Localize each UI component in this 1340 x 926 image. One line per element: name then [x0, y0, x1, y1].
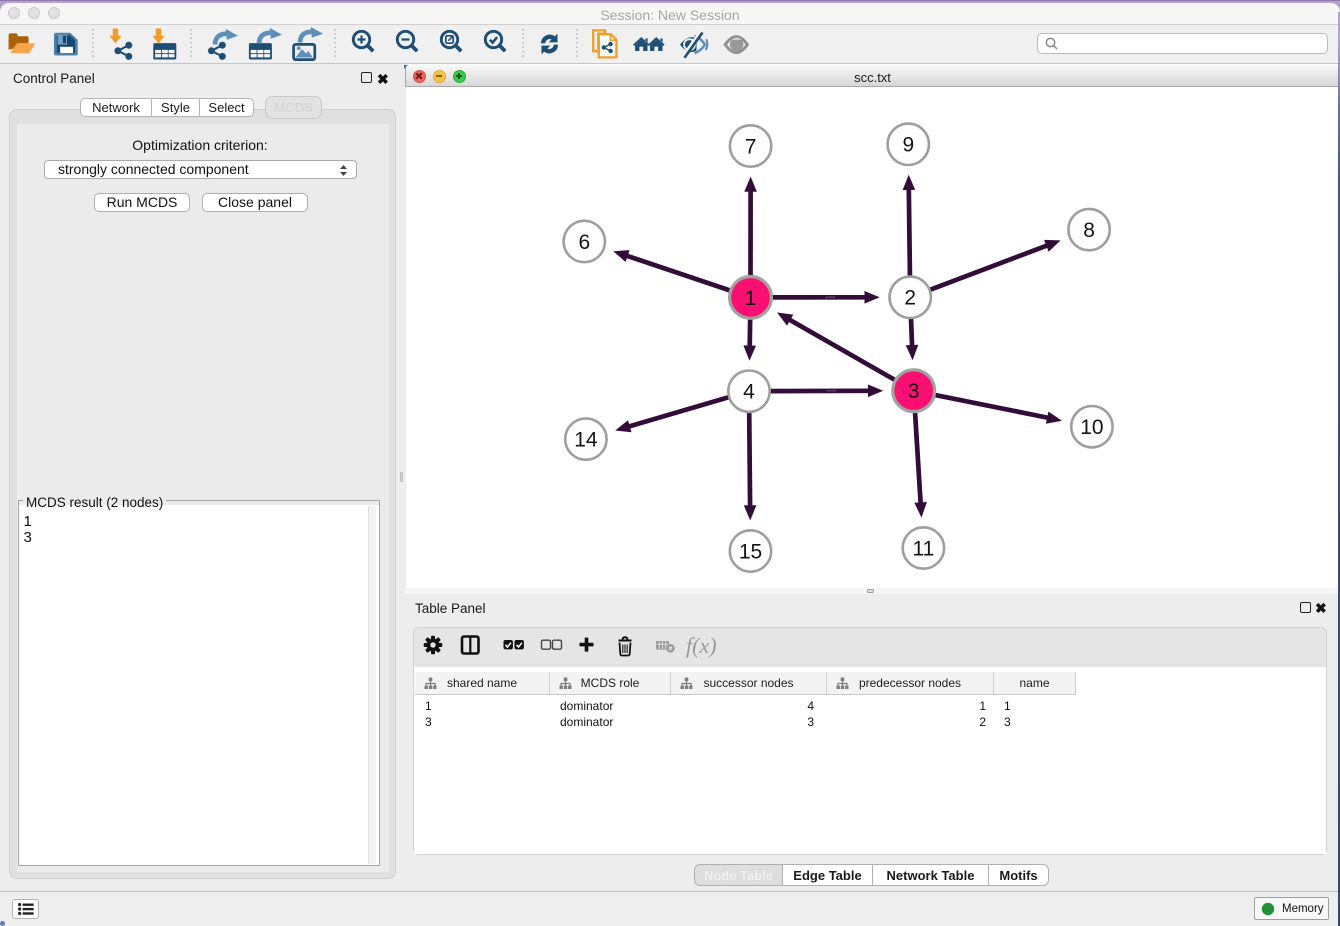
svg-text:11: 11	[912, 537, 934, 560]
svg-text:7: 7	[745, 135, 757, 158]
svg-text:3: 3	[908, 380, 920, 403]
svg-text:14: 14	[574, 429, 598, 452]
svg-text:10: 10	[1080, 416, 1103, 439]
svg-text:4: 4	[743, 381, 755, 404]
svg-text:6: 6	[578, 231, 590, 254]
svg-text:1: 1	[745, 287, 757, 310]
svg-text:15: 15	[739, 540, 762, 563]
svg-text:8: 8	[1083, 219, 1095, 242]
svg-text:2: 2	[904, 287, 916, 310]
svg-text:9: 9	[902, 134, 914, 157]
svg-text:f(x): f(x)	[686, 633, 717, 658]
